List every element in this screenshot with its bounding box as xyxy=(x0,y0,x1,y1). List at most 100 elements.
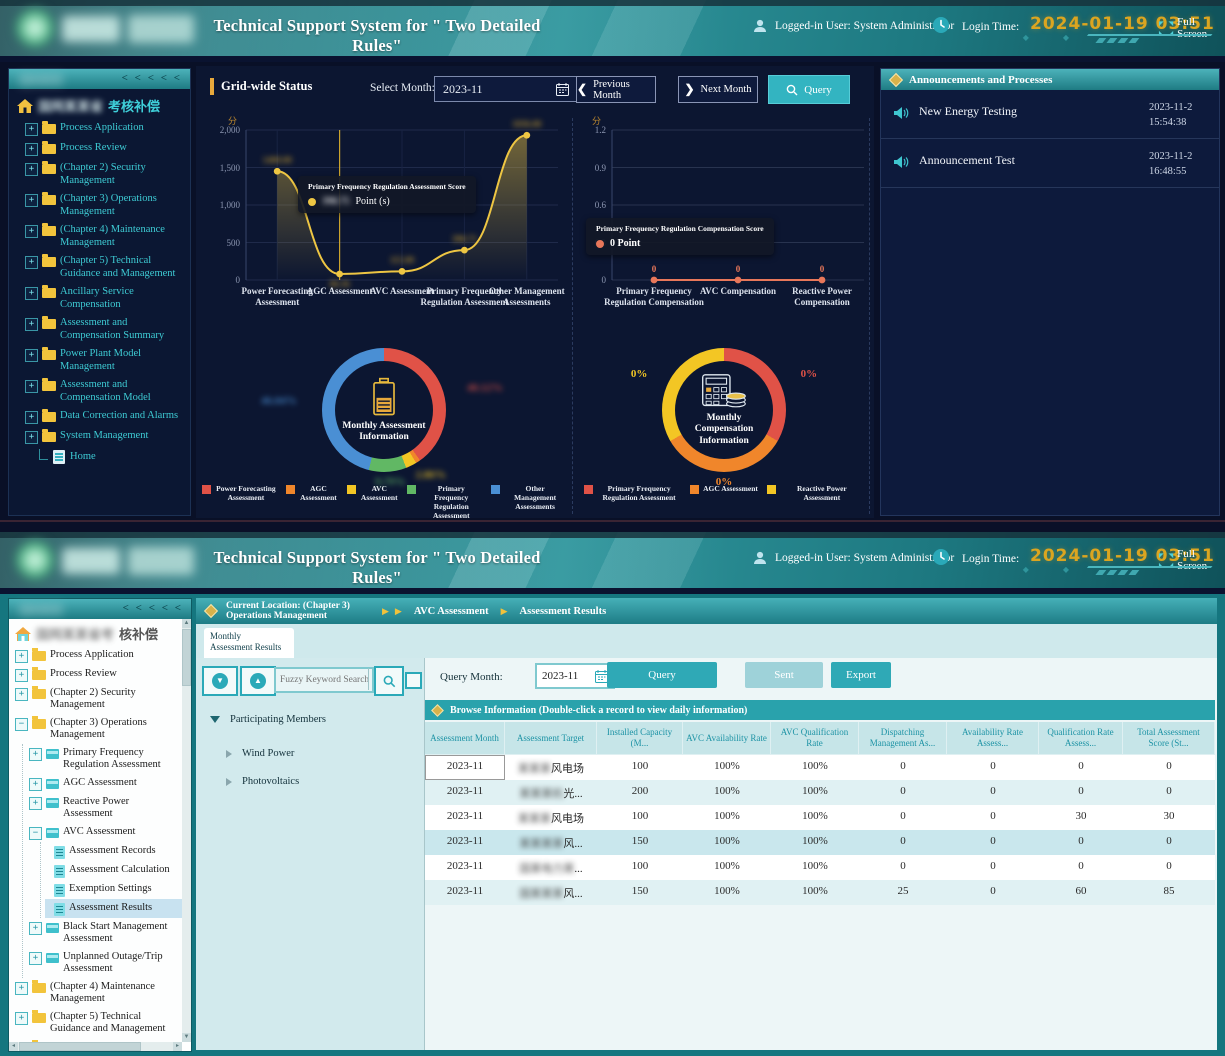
table-header-cell[interactable]: Total Assessment Score (St... xyxy=(1123,722,1215,755)
sidebar-item[interactable]: Exemption Settings xyxy=(45,880,182,899)
expand-icon[interactable]: + xyxy=(15,1012,28,1025)
expand-icon[interactable]: + xyxy=(29,797,42,810)
collapse-all-button[interactable]: ▼ xyxy=(202,666,238,696)
sidebar-item[interactable]: Assessment Results xyxy=(45,899,182,918)
query-month-picker[interactable]: 2023-11 xyxy=(535,663,615,689)
legend-item[interactable]: Power Forecasting Assessment xyxy=(202,484,277,502)
legend-item[interactable]: Other Management Assessments xyxy=(491,484,566,511)
table-row[interactable]: 2023-11某某某某风...150100%100%0000 xyxy=(425,830,1215,855)
sidebar-item[interactable]: +(Chapter 4) Maintenance Management xyxy=(9,978,182,1008)
fuzzy-search-input[interactable] xyxy=(274,667,374,693)
table-header-cell[interactable]: Assessment Target xyxy=(505,722,597,755)
collapse-chevrons-icon[interactable]: < < < < < xyxy=(123,602,183,614)
tab-monthly-assessment-results[interactable]: Monthly Assessment Results xyxy=(204,628,294,658)
expand-icon[interactable]: + xyxy=(15,982,28,995)
expand-icon[interactable]: + xyxy=(29,952,42,965)
export-button[interactable]: Export xyxy=(831,662,891,688)
table-row[interactable]: 2023-11国某电力某...100100%100%0000 xyxy=(425,855,1215,880)
expand-icon[interactable]: + xyxy=(25,431,38,444)
announcement-item[interactable]: New Energy Testing 2023-11-2 15:54:38 xyxy=(881,90,1219,139)
sidebar-root-node[interactable]: 国网某某省考 核补偿 xyxy=(9,619,182,646)
sidebar-item[interactable]: +System Management xyxy=(9,427,190,447)
expand-icon[interactable]: + xyxy=(15,688,28,701)
sidebar-item[interactable]: +Assessment and Compensation Summary xyxy=(9,314,190,345)
sidebar-root-node[interactable]: 国网某某省 考核补偿 xyxy=(9,89,190,119)
expand-icon[interactable]: + xyxy=(25,318,38,331)
sidebar-item[interactable]: +Power Plant Model Management xyxy=(9,345,190,376)
sidebar-item[interactable]: −AVC Assessment xyxy=(27,823,182,842)
sidebar-item[interactable]: +Data Correction and Alarms xyxy=(9,407,190,427)
members-root-node[interactable]: Participating Members xyxy=(210,714,326,725)
filter-checkbox[interactable] xyxy=(405,672,422,689)
sidebar-item[interactable]: +(Chapter 4) Maintenance Management xyxy=(9,221,190,252)
table-header-cell[interactable]: AVC Qualification Rate xyxy=(771,722,859,755)
legend-item[interactable]: Reactive Power Assessment xyxy=(767,484,864,502)
sidebar-item[interactable]: +Primary Frequency Regulation Assessment xyxy=(27,744,182,774)
table-row[interactable]: 2023-11国某某某风...150100%100%2506085 xyxy=(425,880,1215,905)
expand-icon[interactable]: + xyxy=(25,287,38,300)
sidebar-item[interactable]: +(Chapter 2) Security Management xyxy=(9,159,190,190)
expand-icon[interactable]: + xyxy=(25,256,38,269)
search-button[interactable] xyxy=(374,666,404,696)
sidebar-item[interactable]: +(Chapter 3) Operations Management xyxy=(9,190,190,221)
announcement-item[interactable]: Announcement Test 2023-11-2 16:48:55 xyxy=(881,139,1219,188)
table-row[interactable]: 2023-11某某某机光...200100%100%0000 xyxy=(425,780,1215,805)
table-row[interactable]: 2023-11某某某风电场100100%100%003030 xyxy=(425,805,1215,830)
expand-icon[interactable]: + xyxy=(15,650,28,663)
expand-icon[interactable]: + xyxy=(25,349,38,362)
members-node-wind[interactable]: Wind Power xyxy=(226,748,294,759)
vertical-scrollbar[interactable]: ▲ ▼ xyxy=(182,619,191,1042)
expand-icon[interactable]: + xyxy=(25,380,38,393)
sidebar-item[interactable]: +Process Review xyxy=(9,139,190,159)
legend-item[interactable]: Primary Frequency Regulation Assessment xyxy=(584,484,681,502)
query-button[interactable]: Query xyxy=(607,662,717,688)
sidebar-item[interactable]: Assessment Records xyxy=(45,842,182,861)
sidebar-item[interactable]: +Reactive Power Assessment xyxy=(27,793,182,823)
collapse-icon[interactable]: − xyxy=(29,827,42,840)
sidebar-item[interactable]: +Ancillary Service Compensation xyxy=(9,283,190,314)
table-header-cell[interactable]: Installed Capacity (M... xyxy=(597,722,683,755)
expand-all-button[interactable]: ▲ xyxy=(240,666,276,696)
expand-icon[interactable]: + xyxy=(29,778,42,791)
sidebar-item[interactable]: +Process Application xyxy=(9,119,190,139)
horizontal-scrollbar[interactable]: ◂ ▸ xyxy=(9,1042,182,1051)
expand-icon[interactable]: + xyxy=(15,669,28,682)
table-header-cell[interactable]: Dispatching Management As... xyxy=(859,722,947,755)
legend-item[interactable]: AGC Assessment xyxy=(286,484,338,502)
sidebar-item-home[interactable]: Home xyxy=(9,447,190,467)
expand-icon[interactable]: + xyxy=(25,163,38,176)
breadcrumb-item[interactable]: AVC Assessment xyxy=(414,606,489,617)
query-button[interactable]: Query xyxy=(768,75,850,104)
expand-icon[interactable]: + xyxy=(25,143,38,156)
expand-icon[interactable]: + xyxy=(29,922,42,935)
sidebar-item[interactable]: +(Chapter 5) Technical Guidance and Mana… xyxy=(9,252,190,283)
triangle-right-icon[interactable] xyxy=(226,778,232,786)
month-picker[interactable]: 2023-11 xyxy=(434,76,578,102)
sidebar-item[interactable]: +Process Review xyxy=(9,665,182,684)
sidebar-item[interactable]: +Assessment and Compensation Model xyxy=(9,376,190,407)
collapse-icon[interactable]: − xyxy=(15,718,28,731)
members-node-pv[interactable]: Photovoltaics xyxy=(226,776,299,787)
expand-icon[interactable]: + xyxy=(25,194,38,207)
table-row[interactable]: 2023-11某某某风电场100100%100%0000 xyxy=(425,755,1215,780)
sidebar-item[interactable]: +Unplanned Outage/Trip Assessment xyxy=(27,948,182,978)
sidebar-item[interactable]: +(Chapter 2) Security Management xyxy=(9,684,182,714)
table-header-cell[interactable]: Availability Rate Assess... xyxy=(947,722,1039,755)
previous-month-button[interactable]: ❮ Previous Month xyxy=(576,76,656,103)
sidebar-item[interactable]: +(Chapter 5) Technical Guidance and Mana… xyxy=(9,1008,182,1038)
triangle-down-icon[interactable] xyxy=(210,716,220,723)
sidebar-item[interactable]: −(Chapter 3) Operations Management xyxy=(9,714,182,744)
sidebar-item[interactable]: +Process Application xyxy=(9,646,182,665)
expand-icon[interactable]: + xyxy=(25,411,38,424)
breadcrumb-item[interactable]: Assessment Results xyxy=(520,606,607,617)
sidebar-item[interactable]: Assessment Calculation xyxy=(45,861,182,880)
legend-item[interactable]: Primary Frequency Regulation Assessment xyxy=(407,484,482,520)
expand-icon[interactable]: + xyxy=(25,225,38,238)
sent-button[interactable]: Sent xyxy=(745,662,823,688)
expand-icon[interactable]: + xyxy=(29,748,42,761)
next-month-button[interactable]: ❯ Next Month xyxy=(678,76,758,103)
sidebar-item[interactable]: +Black Start Management Assessment xyxy=(27,918,182,948)
table-header-cell[interactable]: Qualification Rate Assess... xyxy=(1039,722,1123,755)
expand-icon[interactable]: + xyxy=(25,123,38,136)
table-header-cell[interactable]: AVC Availability Rate xyxy=(683,722,771,755)
